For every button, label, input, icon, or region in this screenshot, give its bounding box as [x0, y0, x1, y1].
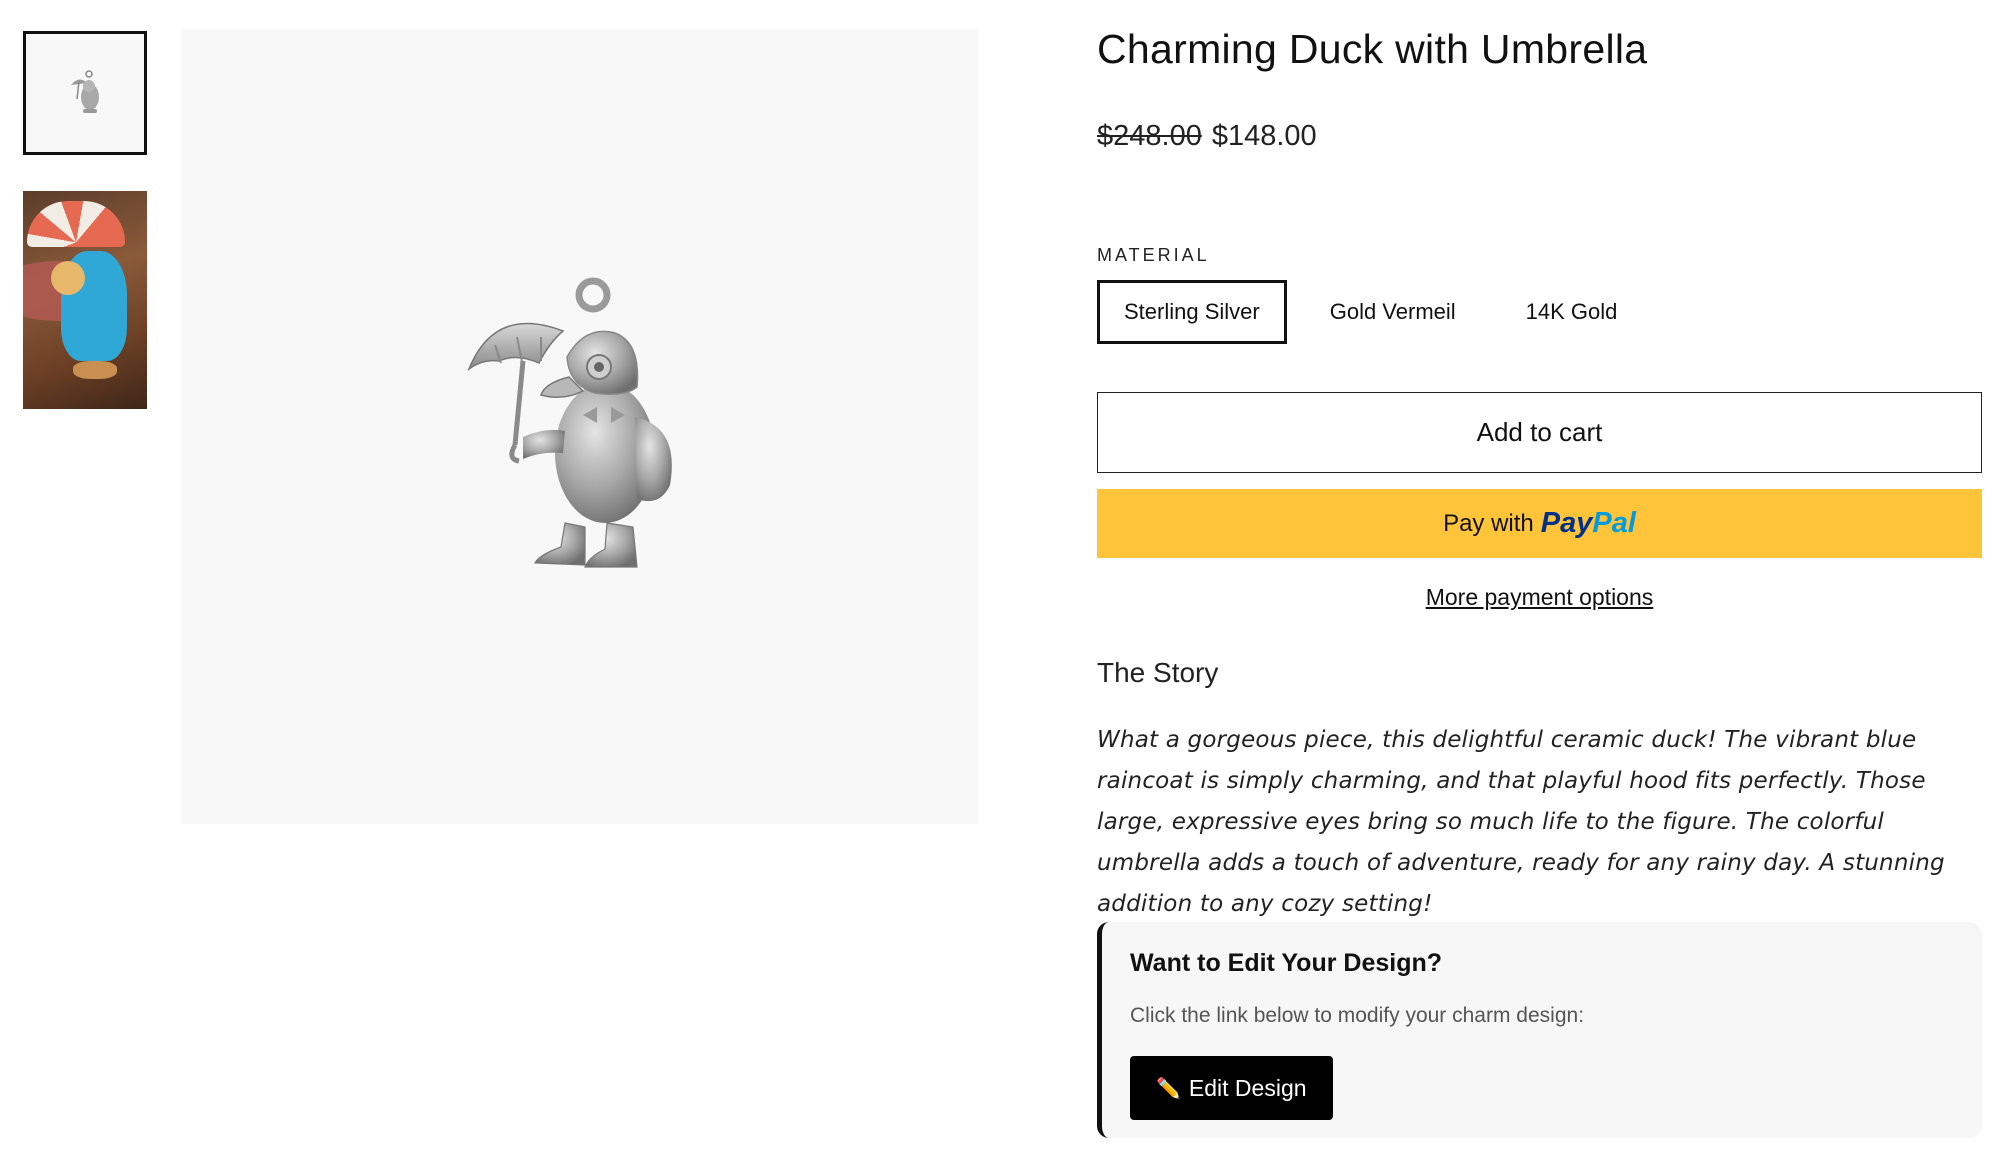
price-block: $248.00 $148.00	[1097, 120, 1317, 153]
edit-design-label: Edit Design	[1188, 1074, 1307, 1101]
thumbnail-silver-charm[interactable]	[23, 31, 147, 155]
edit-design-button[interactable]: ✏️ Edit Design	[1130, 1056, 1333, 1120]
thumbnail-ceramic-duck[interactable]	[23, 191, 147, 409]
paypal-prefix: Pay with	[1443, 509, 1534, 537]
duck-umbrella-charm-image	[466, 277, 672, 568]
more-payment-options-row: More payment options	[1097, 584, 1982, 611]
duck-feet-shape	[73, 361, 117, 379]
duck-charm-thumb-icon	[71, 70, 99, 113]
duck-head-shape	[51, 261, 85, 295]
more-payment-options-link[interactable]: More payment options	[1426, 584, 1654, 610]
material-label: MATERIAL	[1097, 245, 1210, 265]
story-heading: The Story	[1097, 657, 1219, 688]
material-option-sterling-silver[interactable]: Sterling Silver	[1097, 280, 1287, 344]
material-option-14k-gold[interactable]: 14K Gold	[1499, 280, 1645, 344]
paypal-logo-icon: PayPal	[1541, 507, 1636, 540]
sale-price: $148.00	[1211, 120, 1317, 152]
paypal-button[interactable]: Pay with PayPal	[1097, 489, 1982, 558]
product-title: Charming Duck with Umbrella	[1097, 26, 1648, 72]
material-option-gold-vermeil[interactable]: Gold Vermeil	[1303, 280, 1483, 344]
paypal-logo-part-a: Pay	[1540, 507, 1593, 539]
thumbnail-list	[23, 31, 147, 409]
material-options: Sterling Silver Gold Vermeil 14K Gold	[1097, 280, 1660, 344]
paypal-logo-part-b: Pal	[1592, 507, 1636, 539]
edit-design-title: Want to Edit Your Design?	[1130, 949, 1443, 977]
original-price: $248.00	[1097, 120, 1202, 152]
edit-design-card: Want to Edit Your Design? Click the link…	[1097, 922, 1982, 1138]
umbrella-shape	[27, 201, 125, 247]
story-text: What a gorgeous piece, this delightful c…	[1097, 727, 1945, 917]
add-to-cart-button[interactable]: Add to cart	[1097, 392, 1982, 473]
pencil-icon: ✏️	[1156, 1077, 1181, 1100]
edit-design-description: Click the link below to modify your char…	[1130, 1004, 1585, 1027]
main-product-image[interactable]	[181, 29, 978, 824]
